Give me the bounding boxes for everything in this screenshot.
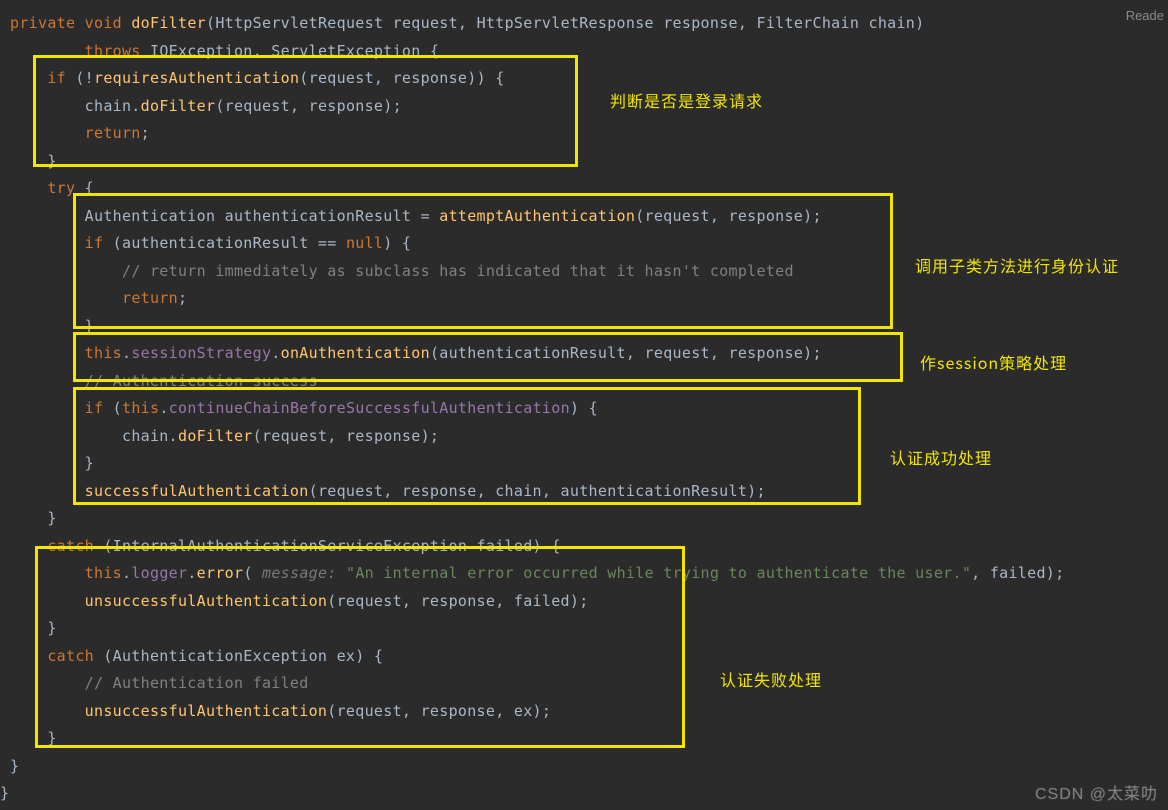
- cmt-return-immediately: // return immediately as subclass has in…: [122, 262, 794, 280]
- code-pre[interactable]: private void doFilter(HttpServletRequest…: [10, 10, 1168, 808]
- code-editor[interactable]: Reade private void doFilter(HttpServletR…: [0, 0, 1168, 810]
- anno-check-login: 判断是否是登录请求: [610, 88, 763, 112]
- param-hint: message:: [253, 564, 346, 582]
- reader-mode-label: Reade: [1126, 8, 1164, 23]
- fn-doFilter: doFilter: [131, 14, 206, 32]
- kw-private: private: [10, 14, 75, 32]
- kw-catch1: catch: [47, 537, 94, 555]
- params: (HttpServletRequest request, HttpServlet…: [206, 14, 924, 32]
- kw-void: void: [85, 14, 122, 32]
- watermark: CSDN @太菜叻: [1035, 780, 1158, 804]
- kw-if2: if: [85, 234, 104, 252]
- kw-try: try: [47, 179, 75, 197]
- anno-call-subclass: 调用子类方法进行身份认证: [915, 253, 1119, 277]
- kw-throws: throws: [85, 42, 141, 60]
- anno-session: 作session策略处理: [920, 350, 1067, 374]
- fn-doFilter-chain: doFilter: [141, 97, 216, 115]
- str-error: "An internal error occurred while trying…: [346, 564, 971, 582]
- fn-requiresAuthentication: requiresAuthentication: [94, 69, 299, 87]
- prop-continueChain: continueChainBeforeSuccessfulAuthenticat…: [169, 399, 570, 417]
- fn-successfulAuthentication: successfulAuthentication: [85, 482, 309, 500]
- exceptions: IOException, ServletException {: [141, 42, 440, 60]
- kw-this1: this: [85, 344, 122, 362]
- kw-return: return: [85, 124, 141, 142]
- fn-unsuccessfulAuthentication2: unsuccessfulAuthentication: [85, 702, 328, 720]
- kw-return2: return: [122, 289, 178, 307]
- cmt-auth-success: // Authentication success: [85, 372, 318, 390]
- fn-doFilter-chain2: doFilter: [178, 427, 253, 445]
- prop-logger: logger: [131, 564, 187, 582]
- anno-auth-fail: 认证失败处理: [720, 667, 822, 691]
- fn-onAuthentication: onAuthentication: [281, 344, 430, 362]
- fn-unsuccessfulAuthentication: unsuccessfulAuthentication: [85, 592, 328, 610]
- kw-null: null: [346, 234, 383, 252]
- anno-auth-ok: 认证成功处理: [890, 445, 992, 469]
- kw-catch2: catch: [47, 647, 94, 665]
- kw-if3: if: [85, 399, 104, 417]
- cmt-auth-failed: // Authentication failed: [85, 674, 309, 692]
- fn-error: error: [197, 564, 244, 582]
- prop-sessionStrategy: sessionStrategy: [131, 344, 271, 362]
- fn-attemptAuthentication: attemptAuthentication: [439, 207, 635, 225]
- kw-if: if: [47, 69, 66, 87]
